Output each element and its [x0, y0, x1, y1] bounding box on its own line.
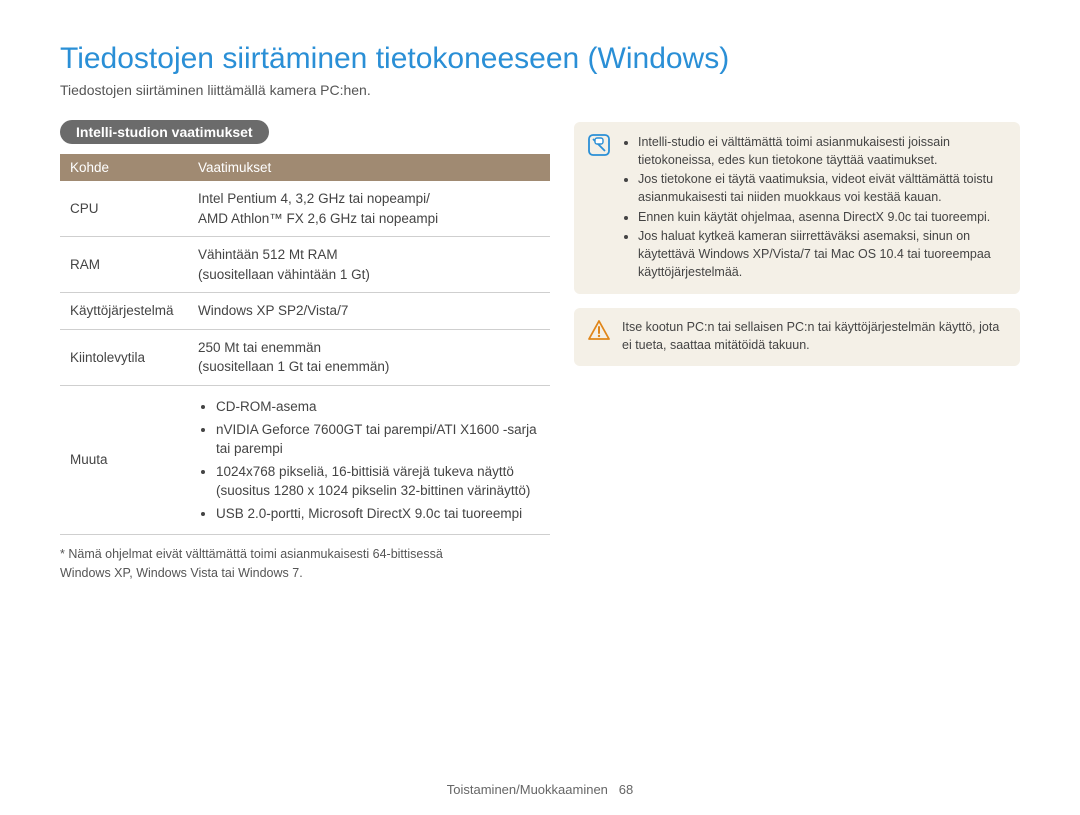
muuta-item: CD-ROM-asema	[216, 397, 540, 417]
section-heading: Intelli-studion vaatimukset	[60, 120, 269, 144]
page-title: Tiedostojen siirtäminen tietokoneeseen (…	[60, 42, 1020, 76]
warning-note-text: Itse kootun PC:n tai sellaisen PC:n tai …	[622, 318, 1006, 354]
footer-page: 68	[619, 782, 633, 797]
ram-label: RAM	[60, 237, 188, 293]
hdd-label: Kiintolevytila	[60, 329, 188, 385]
cpu-value: Intel Pentium 4, 3,2 GHz tai nopeampi/ A…	[188, 181, 550, 237]
table-row: Käyttöjärjestelmä Windows XP SP2/Vista/7	[60, 293, 550, 330]
info-note-item: Intelli-studio ei välttämättä toimi asia…	[638, 133, 1006, 169]
table-row: RAM Vähintään 512 Mt RAM (suositellaan v…	[60, 237, 550, 293]
page-intro: Tiedostojen siirtäminen liittämällä kame…	[60, 82, 1020, 98]
warning-icon	[588, 320, 610, 340]
info-note-box: Intelli-studio ei välttämättä toimi asia…	[574, 122, 1020, 294]
muuta-item: 1024x768 pikseliä, 16-bittisiä värejä tu…	[216, 462, 540, 501]
table-row: Kiintolevytila 250 Mt tai enemmän (suosi…	[60, 329, 550, 385]
ram-value: Vähintään 512 Mt RAM (suositellaan vähin…	[188, 237, 550, 293]
warning-note-box: Itse kootun PC:n tai sellaisen PC:n tai …	[574, 308, 1020, 366]
os-value: Windows XP SP2/Vista/7	[188, 293, 550, 330]
requirements-table: Kohde Vaatimukset CPU Intel Pentium 4, 3…	[60, 154, 550, 535]
muuta-item: USB 2.0-portti, Microsoft DirectX 9.0c t…	[216, 504, 540, 524]
muuta-item: nVIDIA Geforce 7600GT tai parempi/ATI X1…	[216, 420, 540, 459]
os-label: Käyttöjärjestelmä	[60, 293, 188, 330]
table-row: CPU Intel Pentium 4, 3,2 GHz tai nopeamp…	[60, 181, 550, 237]
muuta-label: Muuta	[60, 385, 188, 534]
hdd-value: 250 Mt tai enemmän (suositellaan 1 Gt ta…	[188, 329, 550, 385]
footnote: * Nämä ohjelmat eivät välttämättä toimi …	[60, 545, 550, 583]
page-footer: Toistaminen/Muokkaaminen 68	[0, 782, 1080, 797]
footer-section: Toistaminen/Muokkaaminen	[447, 782, 608, 797]
cpu-label: CPU	[60, 181, 188, 237]
info-icon	[588, 134, 610, 156]
th-kohde: Kohde	[60, 154, 188, 181]
info-note-item: Jos tietokone ei täytä vaatimuksia, vide…	[638, 170, 1006, 206]
table-row: Muuta CD-ROM-asema nVIDIA Geforce 7600GT…	[60, 385, 550, 534]
th-vaatimukset: Vaatimukset	[188, 154, 550, 181]
info-note-item: Ennen kuin käytät ohjelmaa, asenna Direc…	[638, 208, 1006, 226]
info-note-item: Jos haluat kytkeä kameran siirrettäväksi…	[638, 227, 1006, 281]
